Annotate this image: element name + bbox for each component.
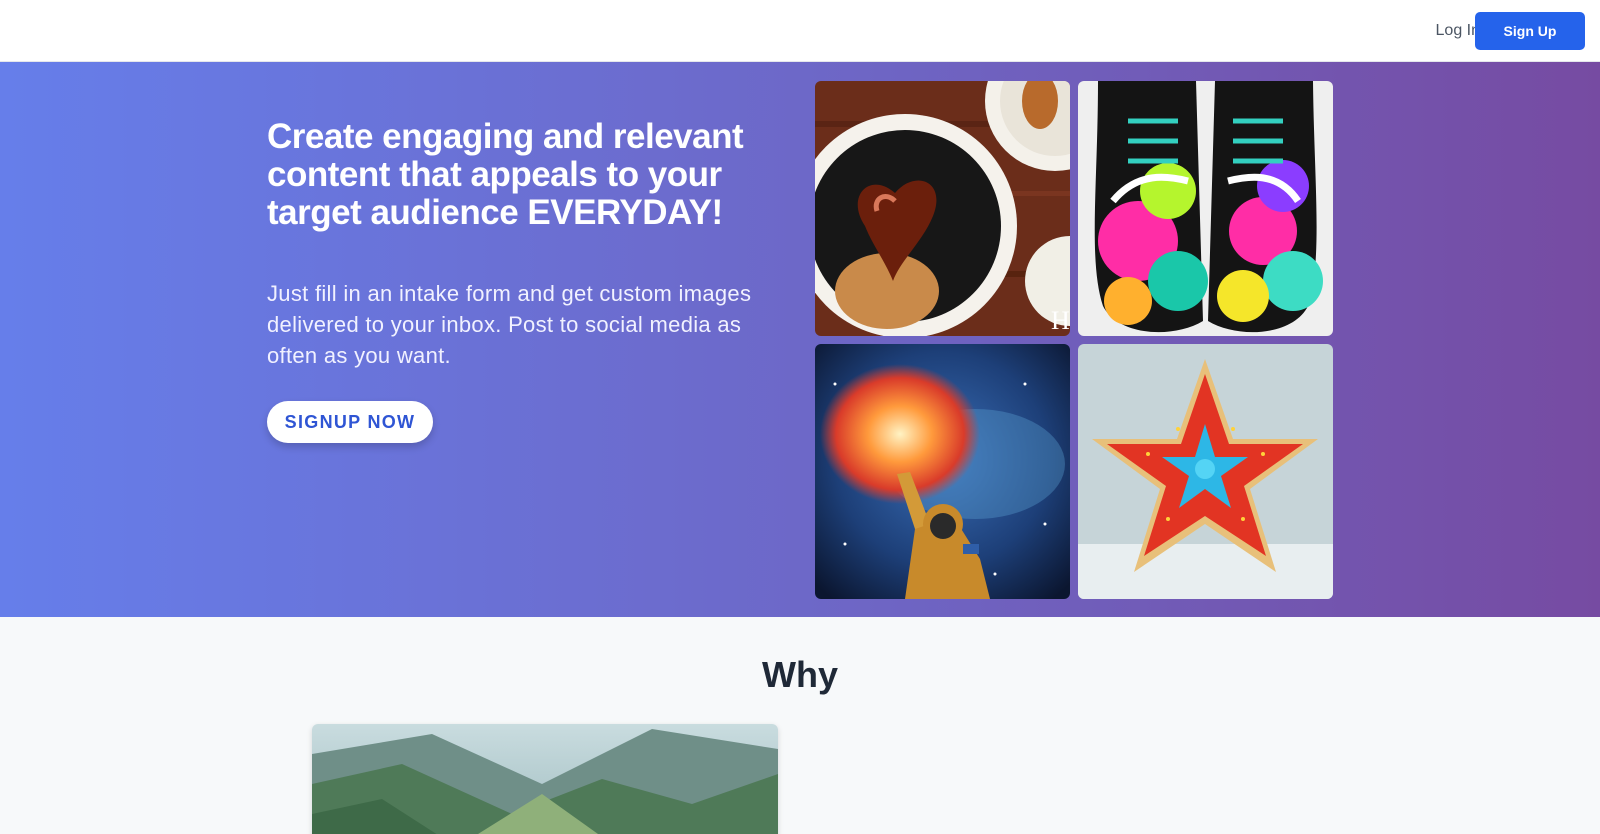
top-nav-bar: Log In Sign Up	[0, 0, 1600, 62]
signup-button[interactable]: Sign Up	[1475, 12, 1585, 50]
mountain-valley-image	[312, 724, 778, 834]
floral-sneakers-image	[1078, 81, 1333, 336]
tile-watermark-letter: H	[1051, 306, 1070, 335]
login-link[interactable]: Log In	[1436, 19, 1480, 43]
chocolate-heart-pastry-image: H	[815, 81, 1070, 336]
signup-now-button[interactable]: SIGNUP NOW	[267, 401, 433, 443]
why-section-title: Why	[762, 654, 838, 695]
astronaut-nebula-image	[815, 344, 1070, 599]
hero-section: Create engaging and relevant content tha…	[0, 62, 1600, 617]
hero-subtitle: Just fill in an intake form and get cust…	[267, 281, 752, 368]
starfish-cookie-image	[1078, 344, 1333, 599]
hero-title: Create engaging and relevant content tha…	[267, 117, 744, 232]
